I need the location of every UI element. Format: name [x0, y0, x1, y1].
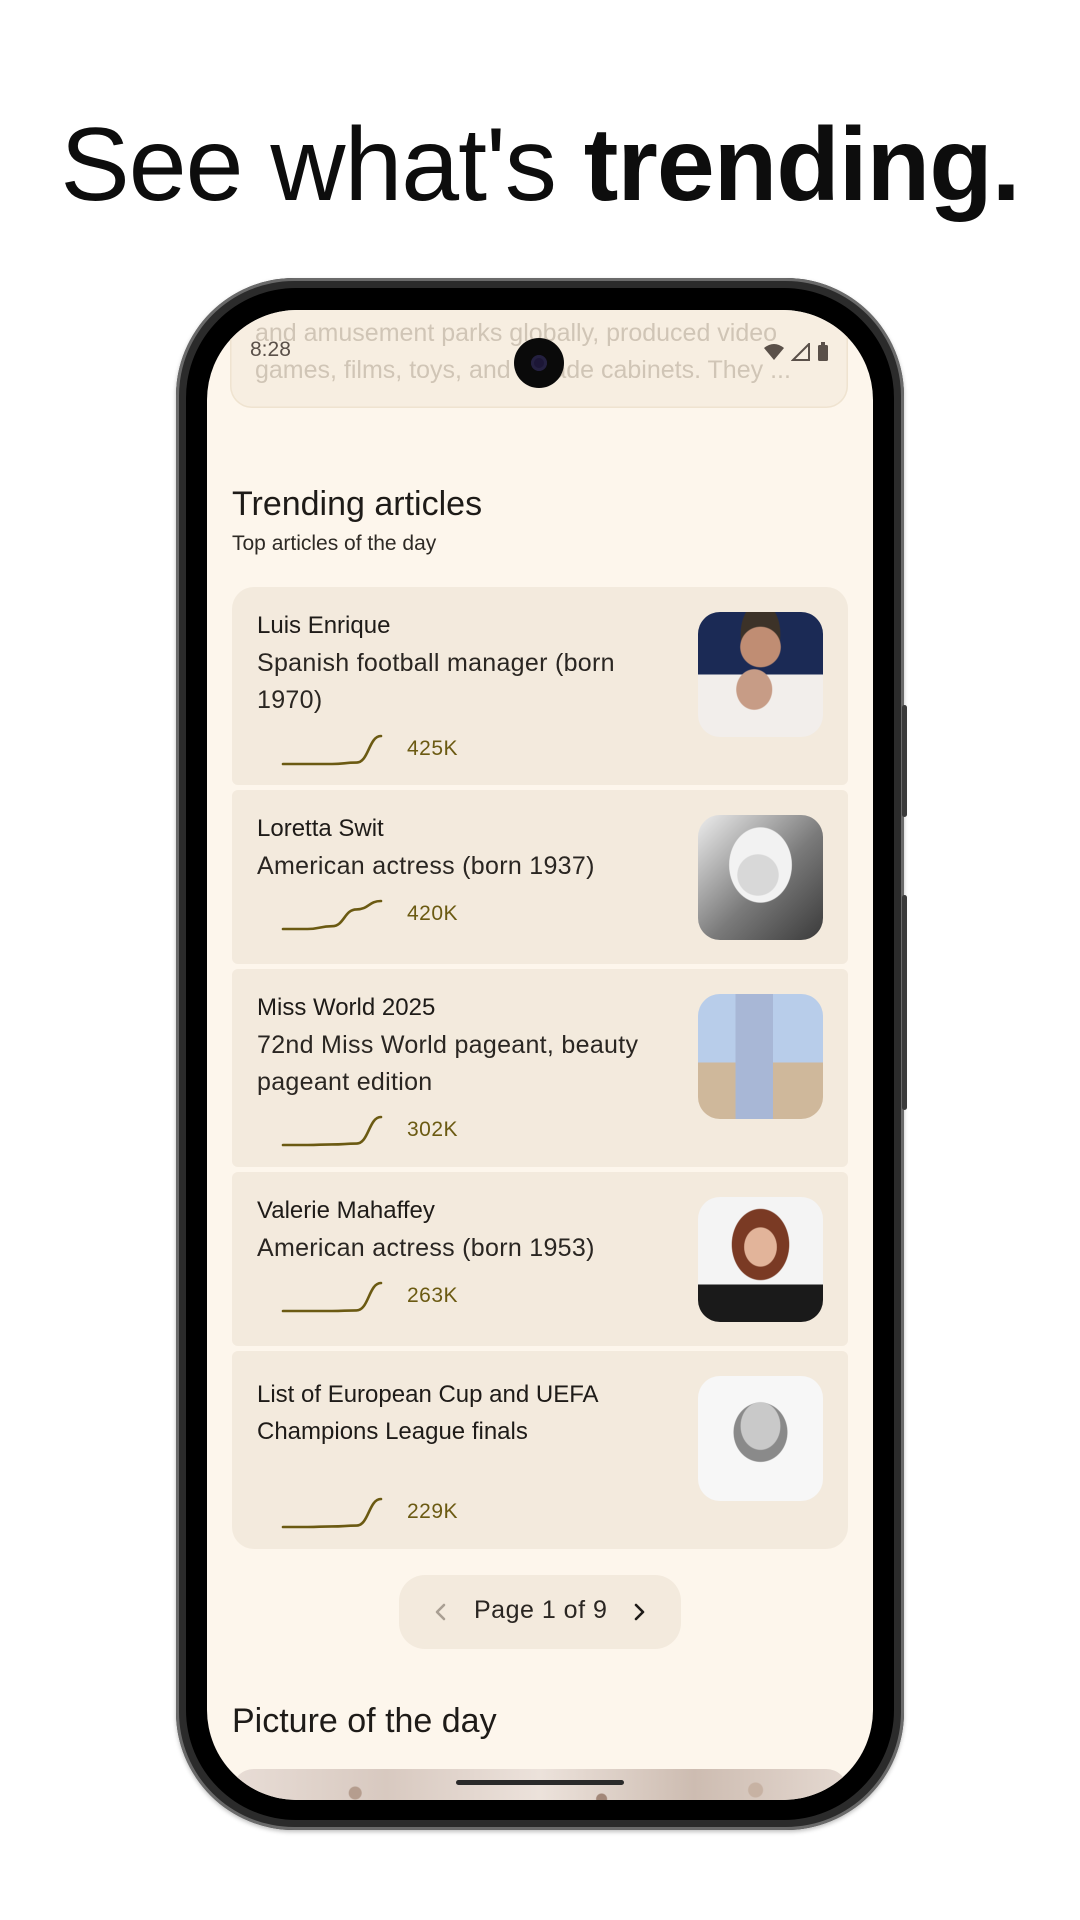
- sparkline-path: [281, 1281, 383, 1313]
- article-thumbnail: [698, 612, 823, 737]
- status-time: 8:28: [250, 338, 291, 361]
- chevron-right-icon[interactable]: [625, 1598, 653, 1626]
- article-views: 229K: [407, 1500, 459, 1523]
- article-description: American actress (born 1937): [257, 852, 595, 880]
- cellular-icon: [791, 343, 810, 361]
- phone-screen: and amusement parks globally, produced v…: [207, 310, 873, 1800]
- article-description: Spanish football manager (born 1970): [257, 649, 615, 714]
- article-sparkline: [281, 1497, 383, 1529]
- front-camera: [514, 338, 564, 388]
- sparkline-path: [281, 1497, 383, 1529]
- sparkline-path: [281, 1115, 383, 1147]
- article-sparkline: [281, 899, 383, 931]
- side-button: [902, 895, 907, 1110]
- article-views: 425K: [407, 737, 459, 760]
- article-views: 420K: [407, 902, 459, 925]
- trending-subtitle: Top articles of the day: [232, 532, 437, 555]
- battery-icon: [818, 342, 828, 361]
- article-card[interactable]: Luis Enrique Spanish football manager (b…: [232, 587, 848, 785]
- article-thumbnail: [698, 994, 823, 1119]
- headline-regular: See what's: [60, 107, 584, 223]
- article-card[interactable]: List of European Cup and UEFA Champions …: [232, 1351, 848, 1549]
- article-description: American actress (born 1953): [257, 1234, 595, 1262]
- article-sparkline: [281, 734, 383, 766]
- side-button: [902, 705, 907, 817]
- pagination: Page 1 of 9: [399, 1575, 681, 1649]
- article-title: Miss World 2025: [257, 994, 436, 1021]
- sparkline-path: [281, 734, 383, 766]
- page-indicator: Page 1 of 9: [474, 1596, 608, 1624]
- article-thumbnail: [698, 1197, 823, 1322]
- article-description: 72nd Miss World pageant, beauty pageant …: [257, 1031, 639, 1096]
- sparkline-path: [281, 899, 383, 931]
- status-icons: [763, 342, 829, 362]
- article-thumbnail: [698, 815, 823, 940]
- article-views: 263K: [407, 1284, 459, 1307]
- picture-of-day-title: Picture of the day: [232, 1702, 497, 1740]
- promo-headline: See what's trending.: [0, 108, 1080, 222]
- article-thumbnail: [698, 1376, 823, 1501]
- article-views: 302K: [407, 1118, 459, 1141]
- article-title: Valerie Mahaffey: [257, 1197, 435, 1224]
- article-title: Loretta Swit: [257, 815, 384, 842]
- article-card[interactable]: Valerie Mahaffey American actress (born …: [232, 1172, 848, 1346]
- gesture-nav-bar[interactable]: [456, 1780, 624, 1785]
- headline-bold: trending.: [583, 107, 1021, 223]
- trending-title: Trending articles: [232, 485, 483, 523]
- article-title: Luis Enrique: [257, 612, 391, 639]
- chevron-left-icon[interactable]: [427, 1598, 455, 1626]
- article-sparkline: [281, 1281, 383, 1313]
- wifi-icon: [764, 344, 784, 360]
- article-title: List of European Cup and UEFA Champions …: [257, 1381, 598, 1445]
- article-card[interactable]: Miss World 2025 72nd Miss World pageant,…: [232, 969, 848, 1167]
- article-sparkline: [281, 1115, 383, 1147]
- article-card[interactable]: Loretta Swit American actress (born 1937…: [232, 790, 848, 964]
